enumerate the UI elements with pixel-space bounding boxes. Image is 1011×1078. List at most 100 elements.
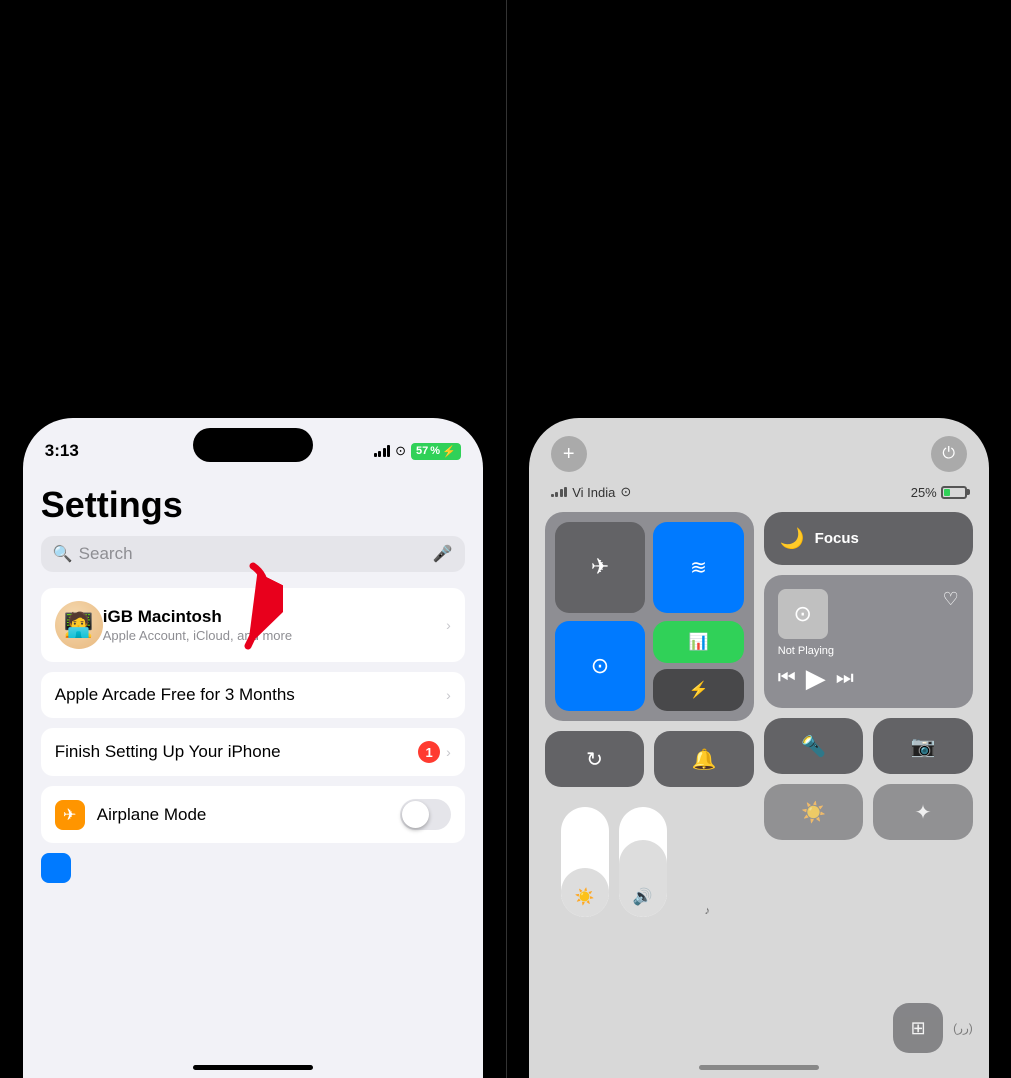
cellular-label: (رر) — [953, 1003, 973, 1053]
chevron-icon: › — [446, 617, 451, 633]
airplane-mode-button[interactable]: ✈ — [555, 522, 646, 613]
bar1 — [374, 453, 377, 457]
cc-wifi-icon: ⊙ — [620, 484, 631, 500]
bottom-extra-row: ☀️ ✦ — [764, 784, 973, 840]
volume-slider[interactable]: 🔊 — [619, 807, 667, 917]
battery-tip — [967, 489, 970, 495]
bar4 — [564, 487, 567, 497]
finish-setup-item[interactable]: Finish Setting Up Your iPhone 1 › — [41, 728, 465, 776]
battery-percent-sign: % — [430, 445, 440, 457]
partial-item — [41, 853, 71, 883]
rotation-lock-icon: ↻ — [586, 747, 603, 772]
cc-battery-icon — [941, 486, 967, 499]
airdrop-button[interactable]: ≋ — [653, 522, 744, 613]
star-icon: ✦ — [915, 800, 932, 825]
phone-left: 3:13 ⊙ 57 % ⚡ — [23, 418, 483, 1078]
home-indicator-right[interactable] — [699, 1065, 819, 1070]
airplane-toggle[interactable] — [400, 799, 451, 830]
cc-battery: 25% — [911, 485, 967, 500]
torch-button[interactable]: 🔦 — [764, 718, 864, 774]
now-playing-header: ⊙ ♡ — [778, 589, 959, 645]
add-button[interactable]: + — [551, 436, 587, 472]
phone-right: + ⏻ Vi India ⊙ 25% — [529, 418, 989, 1078]
apple-arcade-label: Apple Arcade Free for 3 Months — [55, 685, 446, 705]
wifi-cc-icon: ⊙ — [591, 653, 609, 679]
power-icon: ⏻ — [942, 445, 955, 463]
bell-icon: 🔔 — [692, 747, 717, 772]
bluetooth-button[interactable]: ⚡ — [653, 669, 744, 711]
cc-battery-percent: 25% — [911, 485, 937, 500]
bar2 — [378, 451, 381, 457]
control-center-grid: ✈ ≋ ⊙ 📊 ⚡ — [529, 512, 989, 995]
page-title: Settings — [41, 484, 465, 526]
next-button[interactable]: ⏭ — [836, 667, 854, 690]
cc-header: + ⏻ — [529, 418, 989, 484]
heart-icon[interactable]: ♡ — [943, 589, 959, 610]
rotation-mute-row: ↻ 🔔 — [545, 731, 754, 787]
charging-icon: ⚡ — [442, 445, 456, 458]
qr-icon: ⊞ — [911, 1018, 926, 1039]
airplay-icon: ⊙ — [794, 601, 812, 627]
cellular-text: (رر) — [953, 1021, 973, 1035]
brightness-slider[interactable]: ☀️ — [561, 807, 609, 917]
play-pause-button[interactable]: ▶ — [806, 663, 826, 694]
toggle-knob — [402, 801, 429, 828]
sliders-area: ☀️ 🔊 ♪ — [545, 807, 754, 917]
airplane-icon: ✈ — [55, 800, 85, 830]
extra-button-2[interactable]: ✦ — [873, 784, 973, 840]
finish-setup-label: Finish Setting Up Your iPhone — [55, 742, 418, 762]
wifi-icon: ⊙ — [395, 443, 406, 459]
bar3 — [383, 448, 386, 457]
silent-mode-button[interactable]: 🔔 — [654, 731, 754, 787]
left-panel: 3:13 ⊙ 57 % ⚡ — [0, 0, 506, 1078]
airdrop-icon: ≋ — [690, 555, 707, 580]
battery-level: 57 — [416, 445, 428, 457]
qr-code-button[interactable]: ⊞ — [893, 1003, 943, 1053]
focus-label: Focus — [815, 530, 859, 547]
music-note-icon: ♪ — [677, 905, 738, 917]
battery-indicator: 57 % ⚡ — [411, 443, 461, 460]
bar3 — [560, 489, 563, 497]
apple-arcade-item[interactable]: Apple Arcade Free for 3 Months › — [41, 672, 465, 718]
connectivity-tile[interactable]: ✈ ≋ ⊙ 📊 ⚡ — [545, 512, 754, 721]
cellular-bluetooth-col: 📊 ⚡ — [653, 621, 744, 712]
airplane-mode-item[interactable]: ✈ Airplane Mode — [41, 786, 465, 843]
bar4 — [387, 445, 390, 457]
battery-fill-green — [944, 489, 950, 496]
mic-icon[interactable]: 🎤 — [433, 544, 453, 564]
carrier-info: Vi India ⊙ — [551, 484, 632, 500]
now-playing-tile[interactable]: ⊙ ♡ Not Playing ⏮ ▶ ⏭ — [764, 575, 973, 708]
plus-icon: + — [563, 443, 575, 466]
chevron-icon: › — [446, 744, 451, 760]
torch-camera-row: 🔦 📷 — [764, 718, 973, 774]
wifi-button[interactable]: ⊙ — [555, 621, 646, 712]
now-playing-label: Not Playing — [778, 645, 959, 657]
status-icons: ⊙ 57 % ⚡ — [374, 443, 461, 460]
cc-status-bar: Vi India ⊙ 25% — [529, 484, 989, 512]
album-art: ⊙ — [778, 589, 828, 639]
focus-button[interactable]: 🌙 Focus — [764, 512, 973, 565]
carrier-name: Vi India — [572, 485, 615, 500]
bluetooth-icon: ⚡ — [689, 680, 709, 700]
cc-extra-icons: ♪ — [677, 807, 738, 917]
extra-button-1[interactable]: ☀️ — [764, 784, 864, 840]
power-button[interactable]: ⏻ — [931, 436, 967, 472]
dynamic-island — [193, 428, 313, 462]
home-indicator[interactable] — [193, 1065, 313, 1070]
cellular-button[interactable]: 📊 — [653, 621, 744, 663]
cellular-icon: 📊 — [689, 632, 709, 652]
cc-right-column: 🌙 Focus ⊙ ♡ Not Playing ⏮ ▶ ⏭ — [764, 512, 973, 995]
status-time: 3:13 — [45, 441, 79, 461]
avatar: 🧑‍💻 — [55, 601, 103, 649]
cc-footer-row: ⊞ (رر) — [529, 995, 989, 1057]
cc-left-column: ✈ ≋ ⊙ 📊 ⚡ — [545, 512, 754, 995]
brightness-icon: ☀️ — [575, 887, 595, 907]
previous-button[interactable]: ⏮ — [778, 667, 796, 690]
chevron-icon: › — [446, 687, 451, 703]
volume-icon: 🔊 — [633, 887, 653, 907]
airplane-mode-label: Airplane Mode — [97, 805, 400, 825]
notification-badge: 1 — [418, 741, 440, 763]
rotation-lock-button[interactable]: ↻ — [545, 731, 645, 787]
moon-icon: 🌙 — [780, 526, 805, 551]
camera-button[interactable]: 📷 — [873, 718, 973, 774]
